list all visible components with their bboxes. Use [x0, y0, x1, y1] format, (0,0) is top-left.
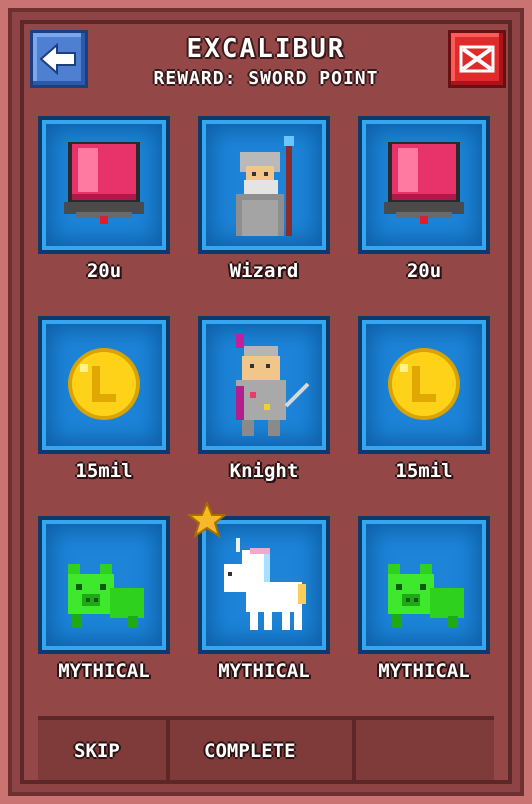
reward-label: MYTHICAL: [58, 660, 150, 682]
reward-label: MYTHICAL: [218, 660, 310, 682]
reward-slot-ruby-1[interactable]: [38, 116, 170, 254]
knight-character-icon: [236, 334, 310, 436]
star-icon: [188, 502, 226, 538]
reward-label: 15mil: [395, 460, 453, 482]
gold-coin-icon: [68, 348, 140, 420]
reward-slot-pig-2[interactable]: [358, 516, 490, 654]
wizard-character-icon: [236, 136, 294, 236]
reward-title: EXCALIBUR: [186, 34, 346, 64]
reward-subtitle: REWARD: SWORD POINT: [153, 68, 379, 89]
reward-slot-coin-1[interactable]: [38, 316, 170, 454]
reward-label: 20u: [406, 260, 442, 282]
ruby-gem-icon: [384, 142, 464, 224]
reward-slot-wizard[interactable]: [198, 116, 330, 254]
reward-slot-pig-1[interactable]: [38, 516, 170, 654]
reward-slot-ruby-2[interactable]: [358, 116, 490, 254]
green-pig-icon: [388, 564, 464, 628]
white-unicorn-icon: [224, 538, 306, 630]
action-bar-divider: [352, 716, 356, 780]
action-bar-divider: [166, 716, 170, 780]
reward-label: Wizard: [229, 260, 299, 282]
skip-button[interactable]: SKIP: [74, 740, 120, 762]
complete-button[interactable]: COMPLETE: [204, 740, 296, 762]
green-pig-icon: [68, 564, 144, 628]
reward-slot-knight[interactable]: [198, 316, 330, 454]
ruby-gem-icon: [64, 142, 144, 224]
reward-label: Knight: [229, 460, 299, 482]
reward-label: 15mil: [75, 460, 133, 482]
reward-slot-coin-2[interactable]: [358, 316, 490, 454]
reward-label: MYTHICAL: [378, 660, 470, 682]
reward-label: 20u: [86, 260, 122, 282]
gold-coin-icon: [388, 348, 460, 420]
